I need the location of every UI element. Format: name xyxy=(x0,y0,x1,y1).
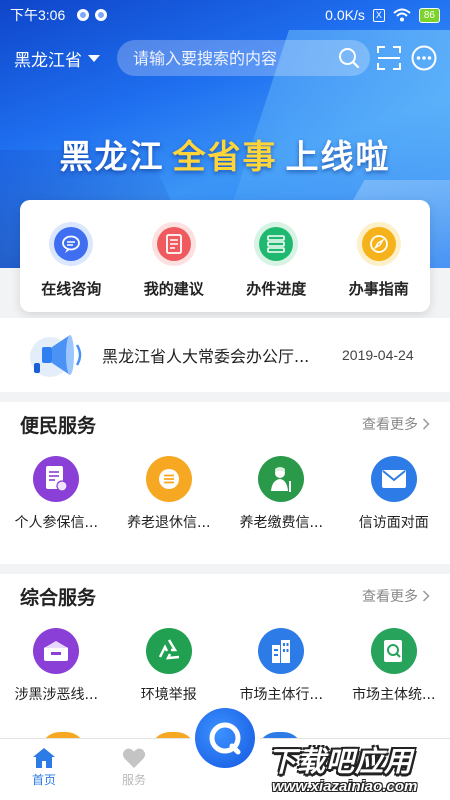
wifi-icon xyxy=(393,8,411,22)
list-icon xyxy=(145,456,192,502)
quick-online-consult[interactable]: 在线咨询 xyxy=(26,222,116,312)
quick-progress[interactable]: 办件进度 xyxy=(231,222,321,312)
home-icon xyxy=(33,748,55,768)
megaphone-icon xyxy=(28,327,88,383)
scan-icon[interactable] xyxy=(376,44,402,72)
banner-text-3: 上线啦 xyxy=(285,137,391,176)
service-label: 环境举报 xyxy=(140,687,197,703)
compass-icon xyxy=(356,222,401,266)
chat-bubble-icon xyxy=(49,222,94,266)
sim-x-icon: X xyxy=(372,8,385,22)
search-document-icon xyxy=(370,628,417,674)
app-screen: 下午3:06 0.0K/s X 86 黑龙江省 请输入要搜索的内容 黑龙江 全省… xyxy=(0,0,450,800)
battery-icon: 86 xyxy=(418,7,440,23)
recycle-icon xyxy=(145,628,192,674)
tab-service[interactable]: 服务 xyxy=(104,747,164,788)
heart-icon xyxy=(122,748,146,768)
service-label: 养老退休信... xyxy=(127,515,211,531)
service-label: 市场主体统... xyxy=(352,687,436,703)
quick-label: 我的建议 xyxy=(143,280,204,298)
service-item[interactable]: 环境举报 xyxy=(119,628,219,704)
watermark-url: www.xiazainiao.com xyxy=(272,778,418,795)
service-label: 市场主体行... xyxy=(239,687,323,703)
region-label: 黑龙江省 xyxy=(14,50,82,71)
more-messages-icon[interactable] xyxy=(410,44,438,72)
elderly-person-icon xyxy=(258,456,305,502)
quick-actions-card: 在线咨询 我的建议 办件进度 办事指南 xyxy=(20,200,430,312)
chevron-right-icon xyxy=(422,418,430,430)
caret-down-icon xyxy=(88,54,100,62)
search-bar[interactable] xyxy=(117,40,370,76)
service-label: 养老缴费信... xyxy=(239,515,323,531)
report-box-icon xyxy=(33,628,80,674)
quick-label: 在线咨询 xyxy=(41,280,102,298)
banner-text-1: 黑龙江 xyxy=(59,137,165,176)
notification-dot-icon xyxy=(95,9,108,21)
quick-guide[interactable]: 办事指南 xyxy=(334,222,424,312)
view-more-link[interactable]: 查看更多 xyxy=(362,586,430,606)
app-logo-icon xyxy=(195,708,255,768)
news-item[interactable]: 黑龙江省人大常委会办公厅... 2019-04-24 xyxy=(0,318,450,392)
top-header: 黑龙江省 xyxy=(0,38,450,78)
notification-dot-icon xyxy=(77,9,90,21)
service-item[interactable]: 养老缴费信... xyxy=(231,456,331,532)
center-action-button[interactable] xyxy=(193,706,257,770)
section-header: 便民服务 查看更多 xyxy=(0,402,450,446)
banner-text-2: 全省事 xyxy=(172,137,278,176)
section-title: 便民服务 xyxy=(20,414,97,437)
view-more-label: 查看更多 xyxy=(362,589,418,605)
convenience-services-section: 便民服务 查看更多 个人参保信... 养老退休信... 养老缴费信... 信访面… xyxy=(0,402,450,564)
service-label: 个人参保信... xyxy=(14,515,98,531)
service-label: 信访面对面 xyxy=(358,515,429,531)
quick-my-suggestion[interactable]: 我的建议 xyxy=(129,222,219,312)
service-item[interactable]: 个人参保信... xyxy=(6,456,106,532)
service-grid: 个人参保信... 养老退休信... 养老缴费信... 信访面对面 xyxy=(0,446,450,532)
service-item[interactable]: 涉黑涉恶线... xyxy=(6,628,106,704)
service-item[interactable]: 市场主体行... xyxy=(231,628,331,704)
tab-label: 首页 xyxy=(31,773,56,787)
view-more-label: 查看更多 xyxy=(362,417,418,433)
progress-list-icon xyxy=(254,222,299,266)
building-icon xyxy=(258,628,305,674)
view-more-link[interactable]: 查看更多 xyxy=(362,414,430,434)
service-grid: 涉黑涉恶线... 环境举报 市场主体行... 市场主体统... xyxy=(0,618,450,704)
search-icon[interactable] xyxy=(338,47,360,69)
news-date: 2019-04-24 xyxy=(342,347,414,363)
network-speed: 0.0K/s xyxy=(325,7,365,23)
service-item[interactable]: 市场主体统... xyxy=(344,628,444,704)
quick-label: 办事指南 xyxy=(348,280,409,298)
service-item[interactable]: 信访面对面 xyxy=(344,456,444,532)
chevron-right-icon xyxy=(422,590,430,602)
service-label: 涉黑涉恶线... xyxy=(14,687,98,703)
region-selector[interactable]: 黑龙江省 xyxy=(14,46,100,71)
banner-slogan[interactable]: 黑龙江 全省事 上线啦 xyxy=(0,130,450,178)
tab-home[interactable]: 首页 xyxy=(14,747,74,788)
quick-label: 办件进度 xyxy=(246,280,307,298)
section-header: 综合服务 查看更多 xyxy=(0,574,450,618)
section-title: 综合服务 xyxy=(20,586,97,609)
tab-label: 服务 xyxy=(121,773,146,787)
status-bar: 下午3:06 0.0K/s X 86 xyxy=(0,0,450,30)
watermark-title: 下载吧应用 xyxy=(268,745,414,778)
watermark: 下载吧应用 www.xiazainiao.com xyxy=(268,740,450,800)
search-input[interactable] xyxy=(133,48,333,68)
envelope-icon xyxy=(370,456,417,502)
service-item[interactable]: 养老退休信... xyxy=(119,456,219,532)
news-title: 黑龙江省人大常委会办公厅... xyxy=(102,347,310,366)
document-icon xyxy=(151,222,196,266)
insurance-document-icon xyxy=(33,456,80,502)
status-time: 下午3:06 xyxy=(10,7,66,23)
status-right: 0.0K/s X 86 xyxy=(325,7,440,23)
